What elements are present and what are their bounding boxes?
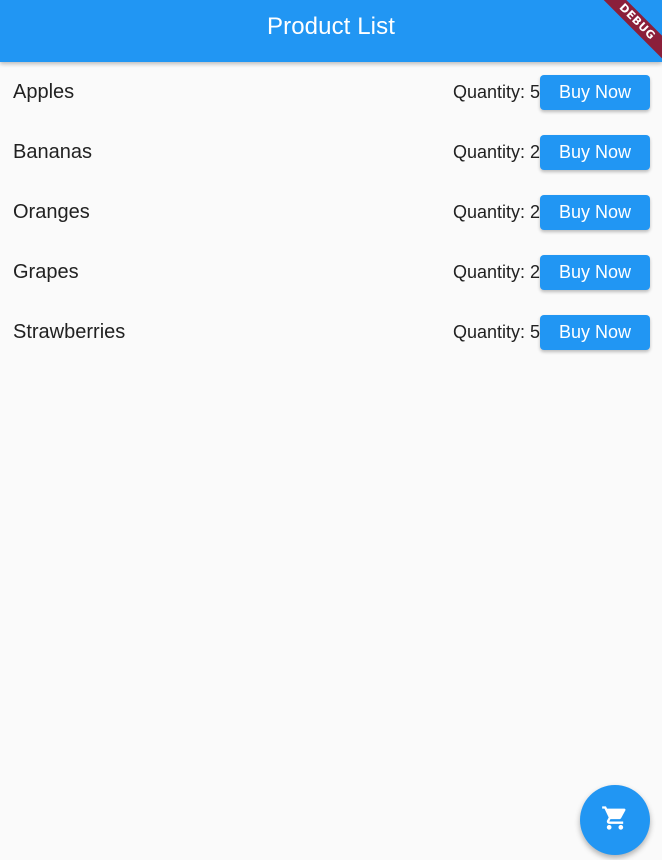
product-row: Grapes Quantity: 2 Buy Now bbox=[0, 242, 662, 302]
product-quantity: Quantity: 5 bbox=[452, 81, 540, 102]
product-row: Strawberries Quantity: 5 Buy Now bbox=[0, 302, 662, 362]
buy-now-button[interactable]: Buy Now bbox=[540, 134, 650, 170]
product-name: Grapes bbox=[13, 260, 79, 283]
product-name: Oranges bbox=[13, 200, 90, 223]
page-title: Product List bbox=[267, 13, 395, 40]
product-row: Apples Quantity: 5 Buy Now bbox=[0, 62, 662, 122]
product-list: Apples Quantity: 5 Buy Now Bananas Quant… bbox=[0, 62, 662, 362]
product-quantity: Quantity: 2 bbox=[452, 201, 540, 222]
app-bar: Product List bbox=[0, 0, 662, 62]
product-row: Bananas Quantity: 2 Buy Now bbox=[0, 122, 662, 182]
buy-now-button[interactable]: Buy Now bbox=[540, 194, 650, 230]
product-name: Bananas bbox=[13, 140, 92, 163]
buy-now-button[interactable]: Buy Now bbox=[540, 314, 650, 350]
product-quantity: Quantity: 5 bbox=[452, 321, 540, 342]
buy-now-button[interactable]: Buy Now bbox=[540, 254, 650, 290]
product-quantity: Quantity: 2 bbox=[452, 141, 540, 162]
buy-now-button[interactable]: Buy Now bbox=[540, 74, 650, 110]
shopping-cart-icon bbox=[601, 804, 629, 837]
cart-fab-button[interactable] bbox=[580, 785, 650, 855]
product-name: Strawberries bbox=[13, 320, 126, 343]
product-quantity: Quantity: 2 bbox=[452, 261, 540, 282]
product-name: Apples bbox=[13, 80, 75, 103]
product-row: Oranges Quantity: 2 Buy Now bbox=[0, 182, 662, 242]
